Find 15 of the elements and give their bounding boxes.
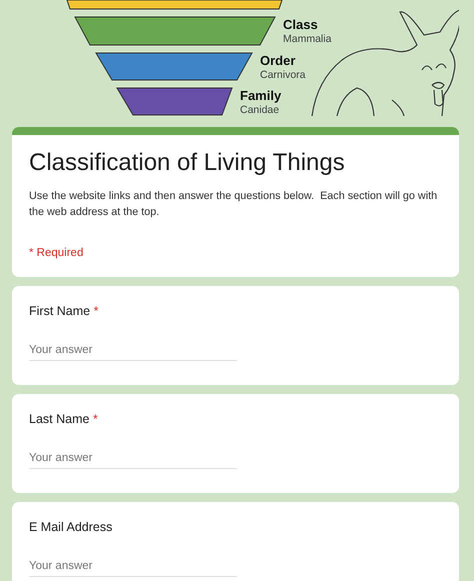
answer-field[interactable]: Your answer	[29, 558, 237, 577]
question-label: E Mail Address	[29, 520, 114, 534]
question-label: Last Name *	[29, 412, 99, 426]
taxon-name: Mammalia	[283, 33, 332, 45]
form-title: Classification of Living Things	[29, 149, 346, 177]
taxon-name: Canidae	[240, 104, 280, 116]
form-description: Use the website links and then answer the questions below. Each section will go with the web address at the top.	[29, 189, 438, 220]
answer-field[interactable]: Your answer	[29, 450, 237, 469]
taxon-name: Carnivora	[260, 69, 306, 81]
answer-field[interactable]: Your answer	[29, 342, 237, 361]
rank-label: Family	[240, 88, 282, 103]
required-note: * Required	[29, 247, 84, 259]
rank-label: Order	[260, 53, 296, 68]
question-label: First Name *	[29, 304, 100, 318]
rank-label: Class	[283, 17, 318, 32]
